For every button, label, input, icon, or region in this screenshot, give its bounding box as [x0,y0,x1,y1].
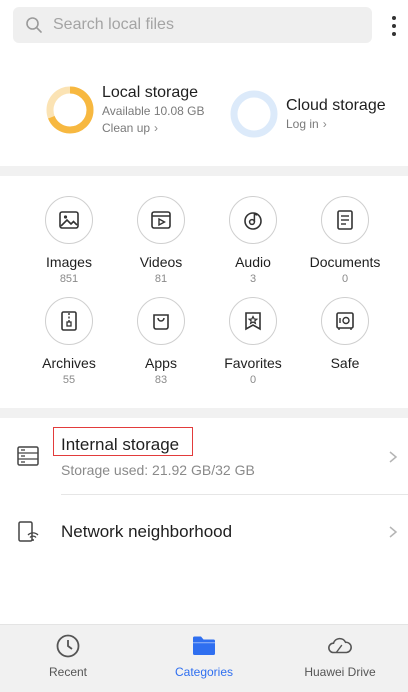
divider [61,494,408,495]
cloud-storage-card[interactable]: Cloud storage Log in › [230,88,386,140]
local-storage-ring-icon [46,86,94,134]
tab-huawei-drive[interactable]: Huawei Drive [272,625,408,692]
search-bar[interactable]: Search local files [13,7,372,43]
category-audio[interactable]: Audio 3 [207,196,299,286]
cloud-icon [327,633,353,659]
local-storage-available: Available 10.08 GB [102,104,205,118]
category-label: Images [46,254,92,270]
category-archives[interactable]: Archives 55 [23,297,115,387]
category-count: 0 [341,273,349,285]
archive-icon [45,297,93,345]
chevron-right-icon [389,451,398,463]
category-count: 3 [249,273,257,285]
category-apps[interactable]: Apps 83 [115,297,207,387]
tab-categories[interactable]: Categories [136,625,272,692]
chevron-right-icon: › [154,121,159,135]
category-label: Videos [139,254,183,270]
more-options-icon[interactable] [384,12,404,40]
category-images[interactable]: Images 851 [23,196,115,286]
local-storage-title: Local storage [102,84,199,101]
chevron-right-icon: › [322,116,327,131]
search-icon [25,16,43,34]
tab-recent[interactable]: Recent [0,625,136,692]
internal-storage-row[interactable]: Internal storage Storage used: 21.92 GB/… [0,418,408,496]
category-label: Audio [235,254,271,270]
network-neighborhood-title: Network neighborhood [61,522,233,541]
category-count: 55 [62,374,76,386]
chevron-right-icon [389,526,398,538]
cloud-storage-title: Cloud storage [286,96,386,114]
internal-storage-icon [16,444,40,468]
internal-storage-title: Internal storage [61,435,180,454]
folder-icon [191,633,217,659]
clock-icon [55,633,81,659]
tab-label: Categories [174,665,234,679]
category-count: 851 [59,273,79,285]
network-device-icon [16,520,40,544]
category-videos[interactable]: Videos 81 [115,196,207,286]
tab-label: Huawei Drive [304,665,376,679]
clean-up-link[interactable]: Clean up › [102,120,205,137]
category-label: Documents [309,254,381,270]
category-documents[interactable]: Documents 0 [299,196,391,286]
category-count: 81 [154,273,168,285]
bottom-navigation: Recent Categories Huawei Drive [0,624,408,692]
category-count: 83 [154,374,168,386]
audio-icon [229,196,277,244]
category-label: Apps [145,355,177,371]
category-favorites[interactable]: Favorites 0 [207,297,299,387]
category-label: Archives [42,355,96,371]
log-in-link[interactable]: Log in › [286,116,386,133]
apps-icon [137,297,185,345]
video-icon [137,196,185,244]
safe-icon [321,297,369,345]
image-icon [45,196,93,244]
storage-locations-list: Internal storage Storage used: 21.92 GB/… [0,418,408,624]
category-safe[interactable]: Safe [299,297,391,373]
local-storage-card[interactable]: Local storage Available 10.08 GB Clean u… [46,84,205,136]
category-label: Favorites [224,355,282,371]
tab-label: Recent [48,665,88,679]
favorites-icon [229,297,277,345]
cloud-storage-ring-icon [230,90,278,138]
internal-storage-usage: Storage used: 21.92 GB/32 GB [61,462,255,478]
category-count: 0 [249,374,257,386]
document-icon [321,196,369,244]
storage-summary-panel: Search local files Local storage Availab… [0,0,408,166]
category-label: Safe [330,355,360,371]
category-grid: Images 851 Videos 81 Audio 3 Documents 0… [0,176,408,408]
network-neighborhood-row[interactable]: Network neighborhood [0,496,408,568]
search-placeholder: Search local files [53,16,174,33]
